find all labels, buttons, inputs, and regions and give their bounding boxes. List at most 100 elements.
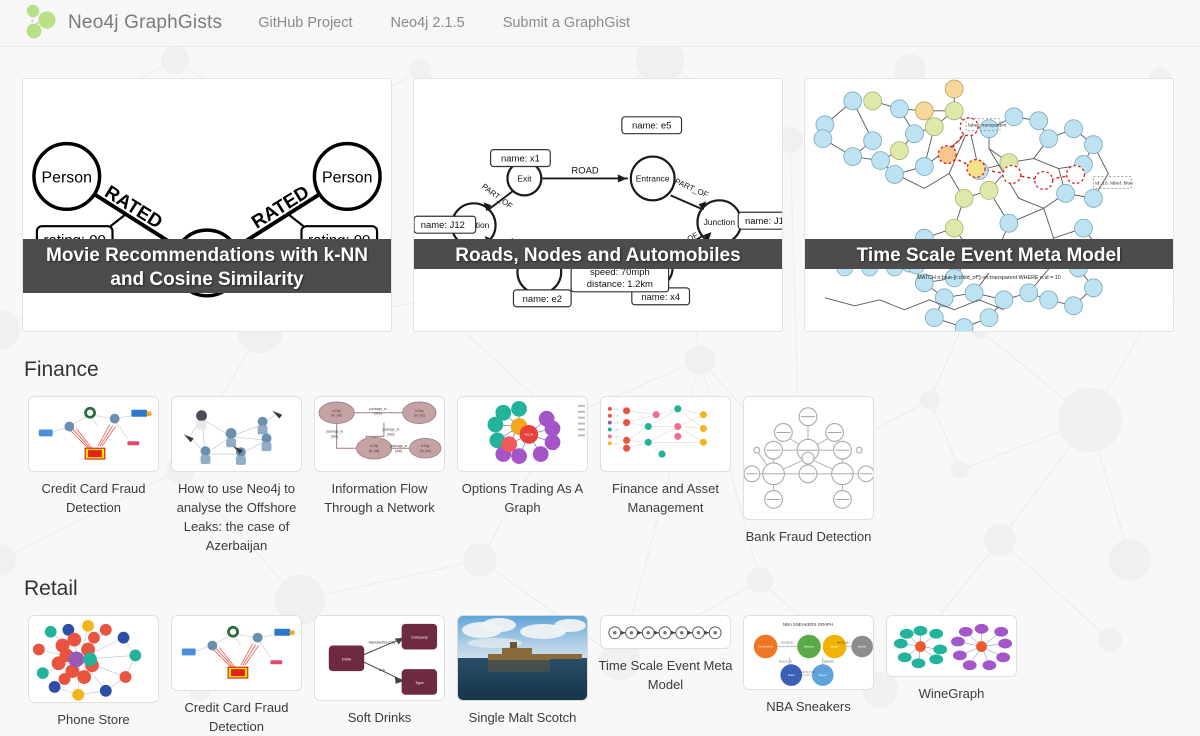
featured-card-movie-recommendations[interactable]: Person Person RATED RATED rating: 00 rat… (22, 78, 392, 332)
svg-text:node: node (614, 441, 620, 445)
finance-tile-row: Credit Card Fraud Detection How to use N… (22, 396, 1178, 555)
svg-text:NBA SNEAKERS GRAPH: NBA SNEAKERS GRAPH (783, 622, 833, 627)
svg-text:node: node (614, 421, 620, 425)
bank-lattice-art (744, 407, 873, 509)
people-network-art (183, 410, 283, 465)
svg-text:MATCH n:blue-[r:child_of*]->n:: MATCH n:blue-[r:child_of*]->n:transparen… (917, 275, 1060, 281)
svg-text:Team: Team (788, 673, 796, 677)
tile-thumbnail (171, 615, 302, 691)
svg-text:Model: Model (831, 645, 839, 649)
featured-card-roads-nodes-automobiles[interactable]: Exit Entrance Junction Junction ROA (413, 78, 783, 332)
svg-text:DIVISION: DIVISION (781, 641, 793, 645)
tile-thumbnail: node node node node node node (600, 396, 731, 472)
nav-link-submit-graphgist[interactable]: Submit a GraphGist (503, 15, 630, 31)
svg-text:name: x1: name: x1 (501, 154, 540, 165)
tile-thumbnail: n:City {in_list} b:City {in_list} c:City {i… (314, 396, 445, 472)
tile-thumbnail (457, 615, 588, 701)
svg-text:Entrance: Entrance (636, 173, 670, 183)
svg-text:Exit: Exit (517, 173, 532, 183)
tile-offshore-leaks-azerbaijan[interactable]: How to use Neo4j to analyse the Offshore… (165, 396, 308, 555)
section-retail: Retail Phone Store Credit Card Fraud Det… (22, 577, 1178, 736)
tile-phone-store[interactable]: Phone Store (22, 615, 165, 729)
tile-thumbnail (743, 396, 874, 520)
asset-columns-art: node node node node node node (607, 405, 707, 458)
wine-stars-art (893, 623, 1013, 671)
nav-link-github-project[interactable]: GitHub Project (258, 15, 352, 31)
svg-text:name: e2: name: e2 (523, 294, 562, 305)
featured-cards-row: Person Person RATED RATED rating: 00 rat… (22, 78, 1178, 332)
svg-text:node: node (614, 414, 620, 418)
svg-text:{in_list}: {in_list} (414, 414, 426, 418)
neo4j-graph-logo-icon (26, 4, 56, 39)
roads-graph-art: Exit Entrance Junction Junction ROA (414, 116, 782, 308)
tile-time-scale-event-meta-model[interactable]: Time Scale Event Meta Model (594, 615, 737, 694)
tile-label: Information Flow Through a Network (324, 481, 435, 515)
svg-text:Person: Person (42, 169, 92, 186)
tile-credit-card-fraud-detection[interactable]: Credit Card Fraud Detection (22, 396, 165, 517)
top-navbar: Neo4j GraphGists GitHub Project Neo4j 2.… (0, 0, 1200, 47)
svg-text:{in_list}: {in_list} (331, 414, 343, 418)
tile-label: Finance and Asset Management (612, 481, 719, 515)
time-scale-network-art: label: transparent id: 10, label: blue M… (813, 79, 1133, 331)
svg-text:name: e5: name: e5 (632, 121, 671, 132)
svg-text:Is A: Is A (379, 668, 386, 672)
options-star-art: 401.04 (487, 400, 586, 464)
tile-label: Phone Store (57, 712, 130, 727)
chain-line-art (608, 626, 722, 640)
tile-options-trading-as-a-graph[interactable]: 401.04 Options Trading As A Graph (451, 396, 594, 517)
svg-text:name: J13: name: J13 (745, 216, 782, 227)
svg-text:{dist}: {dist} (374, 412, 382, 416)
svg-text:Type: Type (415, 680, 424, 685)
svg-text:node: node (614, 427, 620, 431)
svg-text:{dist}: {dist} (387, 432, 395, 436)
svg-text:c:City: c:City (370, 444, 379, 448)
svg-text:node: node (614, 407, 620, 411)
svg-text:Manufactured By: Manufactured By (369, 641, 396, 645)
svg-text:MADE_BY: MADE_BY (837, 641, 850, 645)
svg-text:b:City: b:City (415, 409, 424, 413)
featured-card-time-scale-event-meta-model[interactable]: label: transparent id: 10, label: blue M… (804, 78, 1174, 332)
tile-finance-and-asset-management[interactable]: node node node node node node Finance an… (594, 396, 737, 517)
tile-single-malt-scotch[interactable]: Single Malt Scotch (451, 615, 594, 727)
svg-text:Player: Player (819, 673, 827, 677)
tile-thumbnail (28, 615, 159, 703)
svg-text:Company: Company (411, 635, 428, 640)
svg-text:id: 10, label: blue: id: 10, label: blue (1095, 180, 1133, 186)
tile-information-flow-through-network[interactable]: n:City {in_list} b:City {in_list} c:City {i… (308, 396, 451, 517)
tile-label: Credit Card Fraud Detection (184, 700, 289, 734)
svg-text:distance: 1.2km: distance: 1.2km (587, 279, 653, 290)
brand-title[interactable]: Neo4j GraphGists (68, 12, 222, 34)
svg-text:Person: Person (322, 169, 372, 186)
tile-label: Credit Card Fraud Detection (41, 481, 146, 515)
featured-card-caption: Roads, Nodes and Automobiles (414, 239, 782, 269)
svg-text:package_to: package_to (390, 444, 407, 448)
fraud-network-art (38, 406, 152, 460)
svg-text:Conference: Conference (758, 645, 774, 649)
tile-nba-sneakers[interactable]: NBA SNEAKERS GRAPH Conference Division M… (737, 615, 880, 716)
svg-text:{in_list}: {in_list} (420, 449, 432, 453)
svg-text:node: node (614, 434, 620, 438)
svg-text:PART_OF: PART_OF (673, 177, 710, 200)
svg-text:d:City: d:City (421, 444, 430, 448)
svg-text:Brand: Brand (858, 645, 866, 649)
nav-link-neo4j-version[interactable]: Neo4j 2.1.5 (391, 15, 465, 31)
svg-text:n:City: n:City (332, 409, 341, 413)
tile-thumbnail: 401.04 (457, 396, 588, 472)
tile-thumbnail (171, 396, 302, 472)
tile-label: Options Trading As A Graph (461, 481, 584, 515)
tile-soft-drinks[interactable]: Drink Company Type Manufactured By Is A Sof… (308, 615, 451, 727)
tile-credit-card-fraud-detection-retail[interactable]: Credit Card Fraud Detection (165, 615, 308, 736)
tile-label: NBA Sneakers (766, 699, 851, 714)
tile-winegraph[interactable]: WineGraph (880, 615, 1023, 703)
retail-tile-row: Phone Store Credit Card Fraud Detection … (22, 615, 1178, 736)
svg-text:Division: Division (804, 645, 815, 649)
svg-text:{dist}: {dist} (395, 449, 403, 453)
soft-drinks-boxes-art: Drink Company Type Manufactured By Is A (328, 623, 438, 695)
featured-card-caption: Movie Recommendations with k-NN and Cosi… (23, 239, 391, 293)
svg-text:name: J12: name: J12 (421, 220, 465, 231)
page-content: Person Person RATED RATED rating: 00 rat… (0, 78, 1200, 736)
tile-label: WineGraph (918, 686, 985, 701)
tile-thumbnail (600, 615, 731, 649)
tile-bank-fraud-detection[interactable]: Bank Fraud Detection (737, 396, 880, 546)
tile-label: Time Scale Event Meta Model (598, 658, 733, 692)
